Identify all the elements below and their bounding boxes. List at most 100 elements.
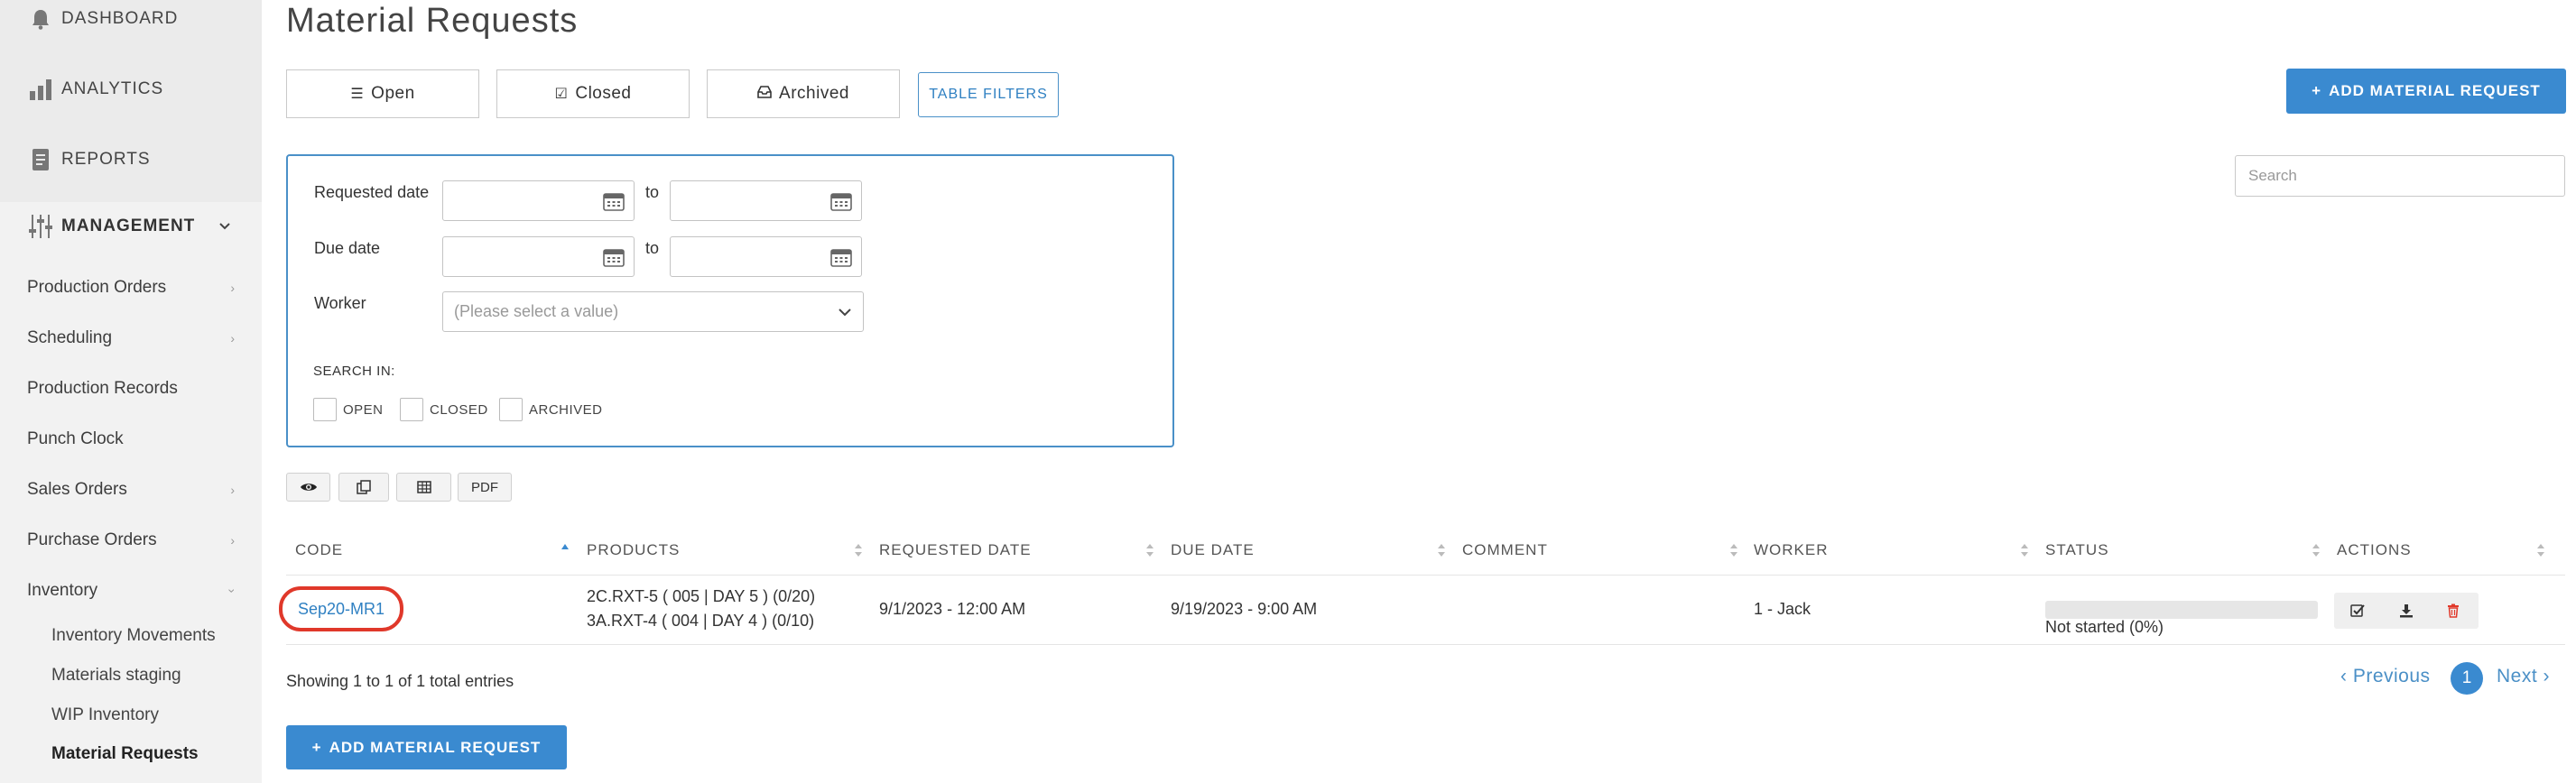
delete-button[interactable] bbox=[2430, 593, 2477, 629]
closed-checkbox[interactable] bbox=[400, 398, 423, 421]
column-header-products[interactable]: PRODUCTS bbox=[587, 541, 680, 559]
add-material-request-button-bottom[interactable]: + ADD MATERIAL REQUEST bbox=[286, 725, 567, 769]
page-title: Material Requests bbox=[286, 2, 579, 40]
sidebar-item-production-orders[interactable]: Production Orders › bbox=[27, 275, 235, 300]
sort-icon[interactable] bbox=[854, 542, 863, 558]
calendar-icon[interactable] bbox=[830, 191, 852, 211]
entries-summary: Showing 1 to 1 of 1 total entries bbox=[286, 672, 514, 690]
chevron-down-icon bbox=[839, 309, 851, 317]
chevron-right-icon: › bbox=[230, 331, 235, 345]
sort-icon[interactable] bbox=[1729, 542, 1738, 558]
tab-label: Open bbox=[371, 84, 415, 103]
table-filters-button[interactable]: TABLE FILTERS bbox=[918, 72, 1059, 117]
sidebar-item-sales-orders[interactable]: Sales Orders › bbox=[27, 477, 235, 502]
sidebar-subitem-wip-inventory[interactable]: WIP Inventory bbox=[51, 703, 159, 728]
due-date-to-input[interactable] bbox=[670, 236, 862, 277]
column-header-comment[interactable]: COMMENT bbox=[1462, 541, 1548, 559]
sort-ascending-icon[interactable] bbox=[561, 542, 570, 558]
sidebar-item-reports[interactable]: REPORTS bbox=[27, 146, 151, 173]
table-icon bbox=[416, 481, 431, 493]
sidebar-item-purchase-orders[interactable]: Purchase Orders › bbox=[27, 528, 235, 553]
archived-checkbox[interactable] bbox=[499, 398, 523, 421]
chevron-right-icon: › bbox=[230, 483, 235, 497]
table-header-divider bbox=[286, 575, 2565, 576]
add-material-request-button[interactable]: + ADD MATERIAL REQUEST bbox=[2286, 69, 2566, 114]
due-date-from-input[interactable] bbox=[442, 236, 635, 277]
sidebar-item-label: ANALYTICS bbox=[61, 79, 164, 98]
tab-label: Archived bbox=[779, 84, 849, 103]
sidebar-item-dashboard[interactable]: DASHBOARD bbox=[27, 5, 178, 32]
column-header-code[interactable]: CODE bbox=[295, 541, 343, 559]
calendar-icon[interactable] bbox=[830, 247, 852, 267]
chevron-down-icon[interactable] bbox=[218, 220, 231, 233]
column-visibility-button[interactable] bbox=[286, 473, 330, 502]
plus-icon: + bbox=[311, 738, 322, 756]
sidebar-item-production-records[interactable]: Production Records bbox=[27, 376, 235, 401]
due-date-cell: 9/19/2023 - 9:00 AM bbox=[1171, 600, 1318, 618]
requested-date-from-input[interactable] bbox=[442, 180, 635, 221]
sidebar-item-inventory[interactable]: Inventory › bbox=[27, 578, 240, 603]
sidebar-item-label: Production Records bbox=[27, 379, 178, 398]
table-row-divider bbox=[286, 644, 2565, 645]
download-icon bbox=[2400, 604, 2413, 618]
pdf-button[interactable]: PDF bbox=[458, 473, 512, 502]
download-button[interactable] bbox=[2383, 593, 2430, 629]
open-checkbox[interactable] bbox=[313, 398, 337, 421]
copy-icon bbox=[357, 480, 371, 494]
sidebar-item-punch-clock[interactable]: Punch Clock bbox=[27, 427, 235, 452]
worker-select-placeholder: (Please select a value) bbox=[454, 302, 619, 320]
requested-date-label: Requested date bbox=[314, 183, 430, 201]
next-page-link[interactable]: Next › bbox=[2497, 666, 2550, 687]
column-header-due-date[interactable]: DUE DATE bbox=[1171, 541, 1255, 559]
chevron-right-icon: › bbox=[230, 281, 235, 295]
closed-checkbox-label: CLOSED bbox=[430, 402, 488, 418]
sort-icon[interactable] bbox=[2312, 542, 2321, 558]
archived-checkbox-label: ARCHIVED bbox=[529, 402, 603, 418]
to-label: to bbox=[645, 183, 660, 201]
calendar-icon[interactable] bbox=[603, 247, 625, 267]
export-csv-button[interactable] bbox=[396, 473, 451, 502]
column-header-requested-date[interactable]: REQUESTED DATE bbox=[879, 541, 1032, 559]
column-header-worker[interactable]: WORKER bbox=[1754, 541, 1829, 559]
sidebar-subitem-materials-staging[interactable]: Materials staging bbox=[51, 663, 181, 688]
tab-archived[interactable]: Archived bbox=[707, 69, 900, 118]
sidebar-item-label: Purchase Orders bbox=[27, 530, 157, 549]
sidebar-item-label: REPORTS bbox=[61, 150, 151, 169]
sidebar-item-label: Inventory Movements bbox=[51, 626, 216, 645]
check-square-icon bbox=[2350, 604, 2365, 617]
search-input[interactable]: Search bbox=[2235, 155, 2565, 197]
column-header-status[interactable]: STATUS bbox=[2045, 541, 2109, 559]
reports-icon bbox=[27, 146, 54, 173]
requested-date-to-input[interactable] bbox=[670, 180, 862, 221]
sort-icon[interactable] bbox=[2020, 542, 2029, 558]
sidebar-subitem-material-requests[interactable]: Material Requests bbox=[51, 742, 199, 767]
worker-cell: 1 - Jack bbox=[1754, 600, 1812, 618]
column-header-actions[interactable]: ACTIONS bbox=[2337, 541, 2412, 559]
sort-icon[interactable] bbox=[1437, 542, 1446, 558]
sidebar-item-label: MANAGEMENT bbox=[61, 216, 196, 235]
status-progress-bar bbox=[2045, 601, 2318, 619]
worker-select[interactable]: (Please select a value) bbox=[442, 291, 864, 332]
sidebar-item-label: Materials staging bbox=[51, 666, 181, 685]
sidebar-subitem-inventory-movements[interactable]: Inventory Movements bbox=[51, 623, 216, 649]
sort-icon[interactable] bbox=[2536, 542, 2545, 558]
close-request-button[interactable] bbox=[2334, 593, 2381, 629]
sidebar-item-scheduling[interactable]: Scheduling › bbox=[27, 326, 235, 351]
next-label: Next bbox=[2497, 666, 2538, 686]
sidebar-item-label: WIP Inventory bbox=[51, 705, 159, 724]
search-in-label: SEARCH IN: bbox=[313, 364, 395, 379]
open-checkbox-label: OPEN bbox=[343, 402, 384, 418]
sidebar-item-management[interactable]: MANAGEMENT bbox=[27, 213, 195, 240]
copy-button[interactable] bbox=[338, 473, 389, 502]
product-line: 3A.RXT-4 ( 004 | DAY 4 ) (0/10) bbox=[587, 612, 815, 630]
previous-page-link[interactable]: ‹ Previous bbox=[2340, 666, 2431, 687]
eye-icon bbox=[300, 484, 317, 491]
list-icon: ☰ bbox=[350, 87, 365, 102]
page-number-button[interactable]: 1 bbox=[2451, 662, 2483, 695]
tab-open[interactable]: ☰ Open bbox=[286, 69, 479, 118]
tab-closed[interactable]: ☑ Closed bbox=[496, 69, 690, 118]
sidebar-item-analytics[interactable]: ANALYTICS bbox=[27, 76, 163, 103]
material-request-code-link[interactable]: Sep20-MR1 bbox=[279, 586, 403, 631]
calendar-icon[interactable] bbox=[603, 191, 625, 211]
sort-icon[interactable] bbox=[1145, 542, 1154, 558]
